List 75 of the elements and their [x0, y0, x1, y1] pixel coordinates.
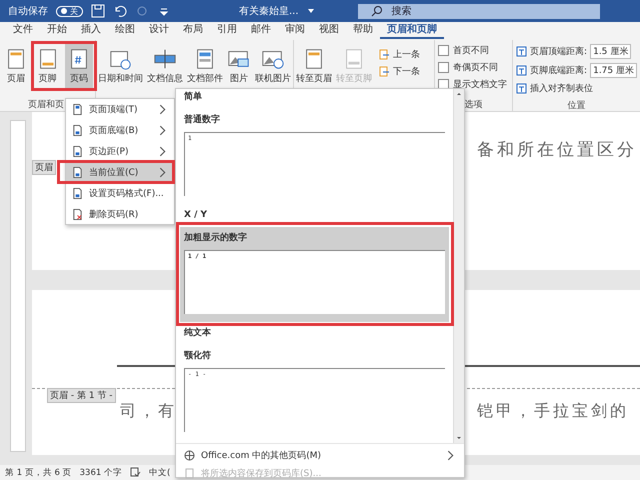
navigate-button[interactable]: 上一条: [379, 48, 420, 61]
ribbon-tab[interactable]: 视图: [312, 23, 346, 39]
ribbon-tab[interactable]: 插入: [74, 23, 108, 39]
group-label: 选项: [464, 98, 483, 111]
picture-button[interactable]: 图片: [227, 44, 251, 88]
page-icon: [72, 166, 83, 178]
text-field-icon: [153, 47, 177, 71]
menu-item[interactable]: 页面底端(B): [66, 121, 174, 139]
ribbon-tab[interactable]: 审阅: [278, 23, 312, 39]
page-count[interactable]: 第 1 页，共 6 页: [5, 466, 72, 478]
doc-parts-button[interactable]: 文档部件: [187, 44, 223, 88]
next-icon: [379, 66, 390, 77]
caret-icon[interactable]: [306, 7, 315, 15]
language[interactable]: 中文(: [148, 466, 170, 478]
globe-icon: [184, 450, 195, 460]
footer-button[interactable]: 页脚: [34, 44, 62, 88]
page-number-button[interactable]: 页码: [65, 44, 94, 88]
position-label: 页眉顶端距离:: [530, 46, 588, 58]
online-picture-button[interactable]: 联机图片: [255, 44, 291, 88]
autosave-label: 自动保存: [8, 5, 48, 18]
proofing-icon[interactable]: [130, 467, 141, 478]
spacing-icon: [516, 65, 528, 76]
gallery-heading: 纯文本: [182, 326, 212, 340]
page-icon: [72, 188, 83, 198]
spacing-field[interactable]: 1.5 厘米: [590, 44, 632, 59]
navigate-button[interactable]: 下一条: [379, 65, 420, 78]
navigate-button[interactable]: 转至页眉: [296, 44, 332, 88]
search-field[interactable]: 搜索: [358, 4, 600, 18]
group-label: 页眉和页: [28, 98, 64, 111]
menu-item[interactable]: 设置页码格式(F)...: [66, 184, 174, 202]
page-icon: [72, 146, 83, 156]
menu-item[interactable]: 删除页码(R): [66, 205, 174, 223]
delete-page-icon: [72, 208, 83, 220]
menu-item[interactable]: 页面顶端(T): [66, 100, 174, 118]
header-tag: 页眉 - 第 1 节 -: [47, 388, 116, 403]
header-tag: 页眉: [32, 160, 56, 175]
spacing-icon: [516, 46, 528, 57]
ribbon-tab[interactable]: 绘图: [108, 23, 142, 39]
doc-info-button[interactable]: 文档信息: [147, 44, 183, 88]
document-text: 铠甲，手拉宝剑的: [477, 401, 629, 422]
position-label[interactable]: 插入对齐制表位: [530, 82, 594, 95]
word-count[interactable]: 3361 个字: [80, 466, 122, 478]
autosave-toggle[interactable]: 关: [56, 6, 83, 16]
scrollbar[interactable]: [453, 89, 464, 443]
page-icon: [184, 468, 195, 478]
option-checkbox[interactable]: 首页不同: [438, 44, 510, 57]
document-title[interactable]: 有关秦始皇...: [239, 4, 299, 18]
highlight-frame: [31, 41, 97, 91]
search-icon: [370, 4, 384, 18]
menu-item[interactable]: 页边距(P): [66, 142, 174, 160]
page-icon: [72, 104, 83, 114]
option-checkbox[interactable]: 奇偶页不同: [438, 61, 510, 74]
position-label: 页脚底端距离:: [530, 64, 588, 77]
group-label: 位置: [568, 100, 586, 112]
page-icon: [72, 124, 83, 136]
previous-icon: [379, 49, 390, 60]
menu-item[interactable]: 当前位置(C): [66, 163, 174, 181]
calendar-button[interactable]: 日期和时间: [98, 44, 143, 88]
spacing-icon: [516, 83, 528, 94]
ribbon-tab[interactable]: 引用: [210, 23, 244, 39]
save-icon[interactable]: [91, 4, 105, 18]
ribbon-tab[interactable]: 邮件: [244, 23, 278, 39]
document-text: 司，有: [120, 401, 177, 422]
document-text: 备和所在位置区分: [477, 139, 637, 161]
ribbon-tab[interactable]: 布局: [176, 23, 210, 39]
ribbon-tab[interactable]: 设计: [142, 23, 176, 39]
spacing-field[interactable]: 1.75 厘米: [590, 63, 637, 78]
gallery-heading: X / Y: [183, 209, 208, 222]
ribbon-tab[interactable]: 文件: [6, 23, 40, 39]
header-button[interactable]: 页眉: [2, 44, 30, 88]
ribbon-tab[interactable]: 帮助: [346, 23, 380, 39]
ribbon-tab[interactable]: 开始: [40, 23, 74, 39]
undo-icon[interactable]: [113, 4, 127, 18]
menu-item[interactable]: Office.com 中的其他页码(M): [176, 446, 464, 464]
gallery-heading: 简单: [183, 90, 203, 104]
